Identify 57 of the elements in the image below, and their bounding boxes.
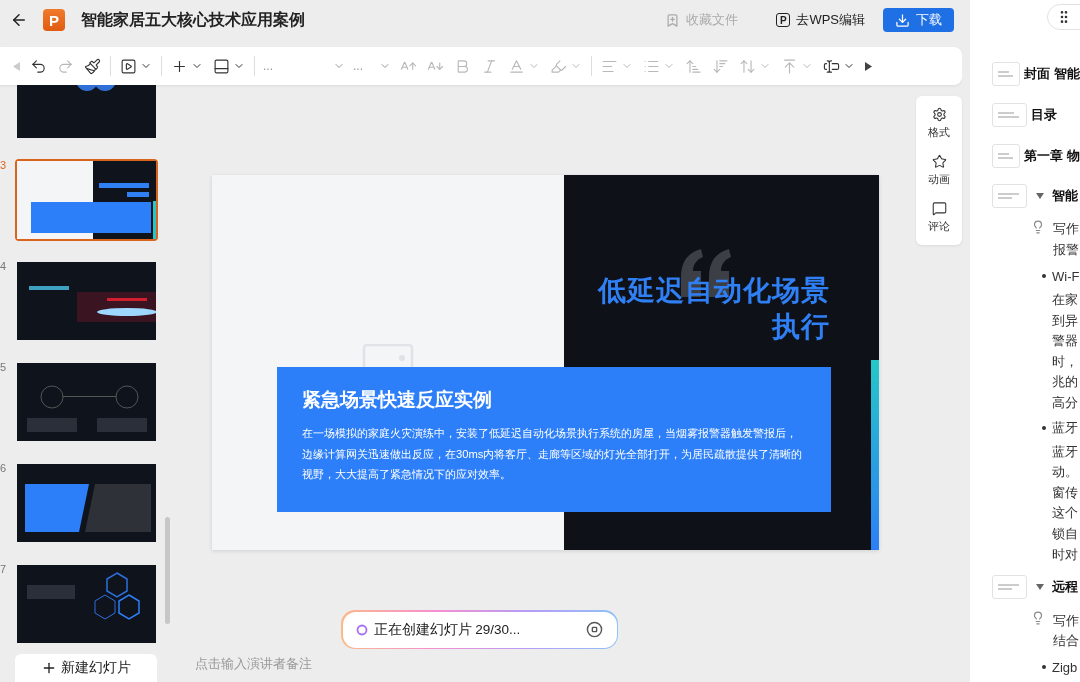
slide-thumbnail[interactable] <box>17 161 156 239</box>
format-button[interactable]: 格式 <box>916 107 962 140</box>
slide-number: 6 <box>0 462 8 474</box>
expand-icon[interactable] <box>1036 584 1044 591</box>
slide-title: 低延迟自动化场景执行 <box>596 274 830 344</box>
outline-title[interactable]: 智能 <box>1052 187 1078 205</box>
lightbulb-icon <box>1031 611 1045 626</box>
paragraph: 在家 到异 警器 时， 兆的 高分 <box>1052 291 1079 412</box>
bullet-title: Wi-F <box>1052 268 1080 284</box>
slide-number: 3 <box>0 159 8 171</box>
gear-icon <box>931 107 947 122</box>
slide-thumbnail[interactable] <box>17 262 156 340</box>
bullet-icon <box>1042 665 1046 670</box>
outline-title[interactable]: 第一章 物 <box>1024 146 1080 165</box>
progress-text: 正在创建幻灯片 29/30... <box>373 620 522 639</box>
card-text: 在一场模拟的家庭火灾演练中，安装了低延迟自动化场景执行系统的房屋，当烟雾报警器触发警报后，边缘计算网关迅速做出反应，在30ms内将客厅、走廊等区域的灯光全部打开，为居民疏散提供了清晰的视野，大大提高了紧急情况下的应对效率。 <box>302 426 804 482</box>
window-title: 智能家居五大核心技术应用案例 <box>81 9 306 30</box>
slide-outline-icon <box>992 184 1027 208</box>
prompt-text: 写作 结合 <box>1053 611 1079 651</box>
slide-outline-icon <box>992 143 1021 168</box>
bookmark-icon <box>665 12 681 28</box>
slide-thumbnail[interactable] <box>17 565 156 643</box>
outline-title[interactable]: 远程 <box>1052 578 1078 597</box>
prompt-text: 写作 报警 <box>1053 220 1079 259</box>
outline-title[interactable]: 封面 智能 <box>1024 64 1080 83</box>
expand-icon[interactable] <box>1036 193 1044 199</box>
slide-thumbnail[interactable] <box>17 363 156 441</box>
app-logo: P <box>43 9 65 31</box>
slide-thumbnail[interactable] <box>17 464 156 542</box>
star-icon <box>931 154 947 169</box>
wps-icon: P <box>776 13 791 27</box>
slide-outline-icon <box>992 102 1027 127</box>
slide-outline-icon <box>992 61 1021 86</box>
slide-number: 4 <box>0 260 8 272</box>
slide-number: 5 <box>0 361 8 373</box>
bullet-title: 蓝牙 <box>1052 418 1078 437</box>
lightbulb-icon <box>1031 220 1045 234</box>
download-button[interactable]: 下载 <box>883 8 954 32</box>
download-icon <box>895 12 910 28</box>
slide-outline-icon <box>992 575 1027 600</box>
comment-icon <box>931 201 947 216</box>
scrollbar[interactable] <box>165 517 170 624</box>
animation-button[interactable]: 动画 <box>916 154 962 187</box>
comment-button[interactable]: 评论 <box>916 201 962 234</box>
image-placeholder-icon <box>362 344 414 367</box>
bullet-title: Zigb <box>1052 659 1078 675</box>
bullet-icon <box>1042 425 1046 430</box>
slide-number: 7 <box>0 563 8 575</box>
spinner-icon <box>355 623 368 636</box>
plus-icon <box>41 660 57 676</box>
new-slide-button[interactable]: 新建幻灯片 <box>15 654 157 682</box>
paragraph: 蓝牙 动。 窗传 这个 锁自 时对 <box>1052 442 1079 564</box>
bullet-icon <box>1042 274 1046 278</box>
outline-title[interactable]: 目录 <box>1031 105 1057 124</box>
stop-icon[interactable] <box>585 621 603 638</box>
edit-button[interactable]: P 去WPS编辑 <box>764 8 877 32</box>
card-title: 紧急场景快速反应实例 <box>302 388 493 412</box>
